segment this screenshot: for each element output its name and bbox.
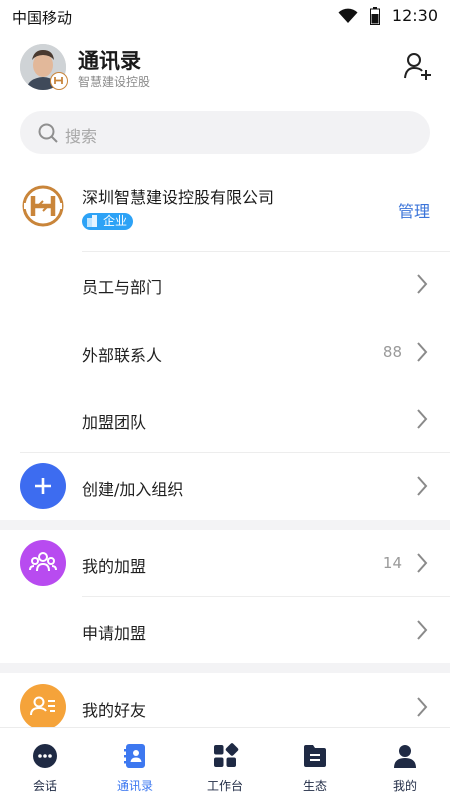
chevron-right-icon [417,620,428,640]
wifi-icon [338,8,358,23]
list-item-label: 员工与部门 [82,278,163,297]
tab-label: 工作台 [206,779,243,793]
search-input[interactable]: 搜索 [20,111,430,154]
tab-label: 我的 [392,779,417,793]
ecology-icon [304,745,326,767]
chat-icon [33,744,57,768]
divider [20,452,450,453]
people-icon [20,540,66,586]
search-placeholder: 搜索 [65,127,98,146]
list-item-label: 我的加盟 [82,557,147,576]
status-bar: 中国移动 12:30 [0,0,450,34]
company-logo-icon [22,185,64,227]
header: 通讯录 智慧建设控股 [0,40,450,96]
chevron-right-icon [417,274,428,294]
search-icon [38,123,58,143]
organization-card[interactable]: 深圳智慧建设控股有限公司 企业 管理 [0,172,450,252]
enterprise-building-icon [87,215,97,227]
contacts-icon [124,744,145,768]
chevron-right-icon [417,697,428,717]
organization-name: 深圳智慧建设控股有限公司 [82,188,275,207]
workbench-icon [214,743,239,767]
my-alliance-count: 14 [382,554,402,572]
tab-label: 会话 [32,779,57,793]
profile-icon [394,745,416,768]
list-item-label: 创建/加入组织 [82,480,184,499]
tab-ecology[interactable]: 生态 [270,728,360,800]
company-mini-logo-icon [50,72,68,90]
chevron-right-icon [417,409,428,429]
list-item-alliance-team[interactable]: 加盟团队 [0,387,450,451]
list-item-label: 申请加盟 [82,624,147,643]
chevron-right-icon [417,476,428,496]
status-icons: 12:30 [338,6,438,25]
plus-icon [20,463,66,509]
enterprise-badge-label: 企业 [103,214,128,228]
tab-profile[interactable]: 我的 [360,728,450,800]
external-contacts-count: 88 [382,343,402,361]
tab-contacts[interactable]: 通讯录 [90,728,180,800]
create-join-organization-button[interactable]: 创建/加入组织 [0,454,450,518]
tab-label: 生态 [302,779,327,793]
page-title: 通讯录 [78,49,141,73]
friend-list-icon [20,684,66,730]
enterprise-badge: 企业 [82,213,134,230]
tab-label: 通讯录 [116,779,153,793]
manage-link[interactable]: 管理 [398,198,430,222]
bottom-tab-bar: 会话 通讯录 工作台 生态 我的 [0,727,450,800]
tab-workbench[interactable]: 工作台 [180,728,270,800]
clock: 12:30 [391,6,438,25]
page-subtitle: 智慧建设控股 [78,75,151,89]
battery-icon [369,6,380,25]
add-contact-icon[interactable] [402,50,434,82]
chevron-right-icon [417,553,428,573]
divider [82,596,450,597]
list-item-label: 我的好友 [82,701,147,720]
list-item-apply-alliance[interactable]: 申请加盟 [0,598,450,662]
carrier-name: 中国移动 [12,9,73,27]
list-item-label: 加盟团队 [82,413,147,432]
section-separator [0,520,450,530]
list-item-external-contacts[interactable]: 外部联系人 88 [0,320,450,384]
tab-chat[interactable]: 会话 [0,728,90,800]
chevron-right-icon [417,342,428,362]
section-separator [0,663,450,673]
list-item-my-alliance[interactable]: 我的加盟 14 [0,531,450,595]
list-item-label: 外部联系人 [82,346,163,365]
list-item-staff-departments[interactable]: 员工与部门 [0,252,450,316]
